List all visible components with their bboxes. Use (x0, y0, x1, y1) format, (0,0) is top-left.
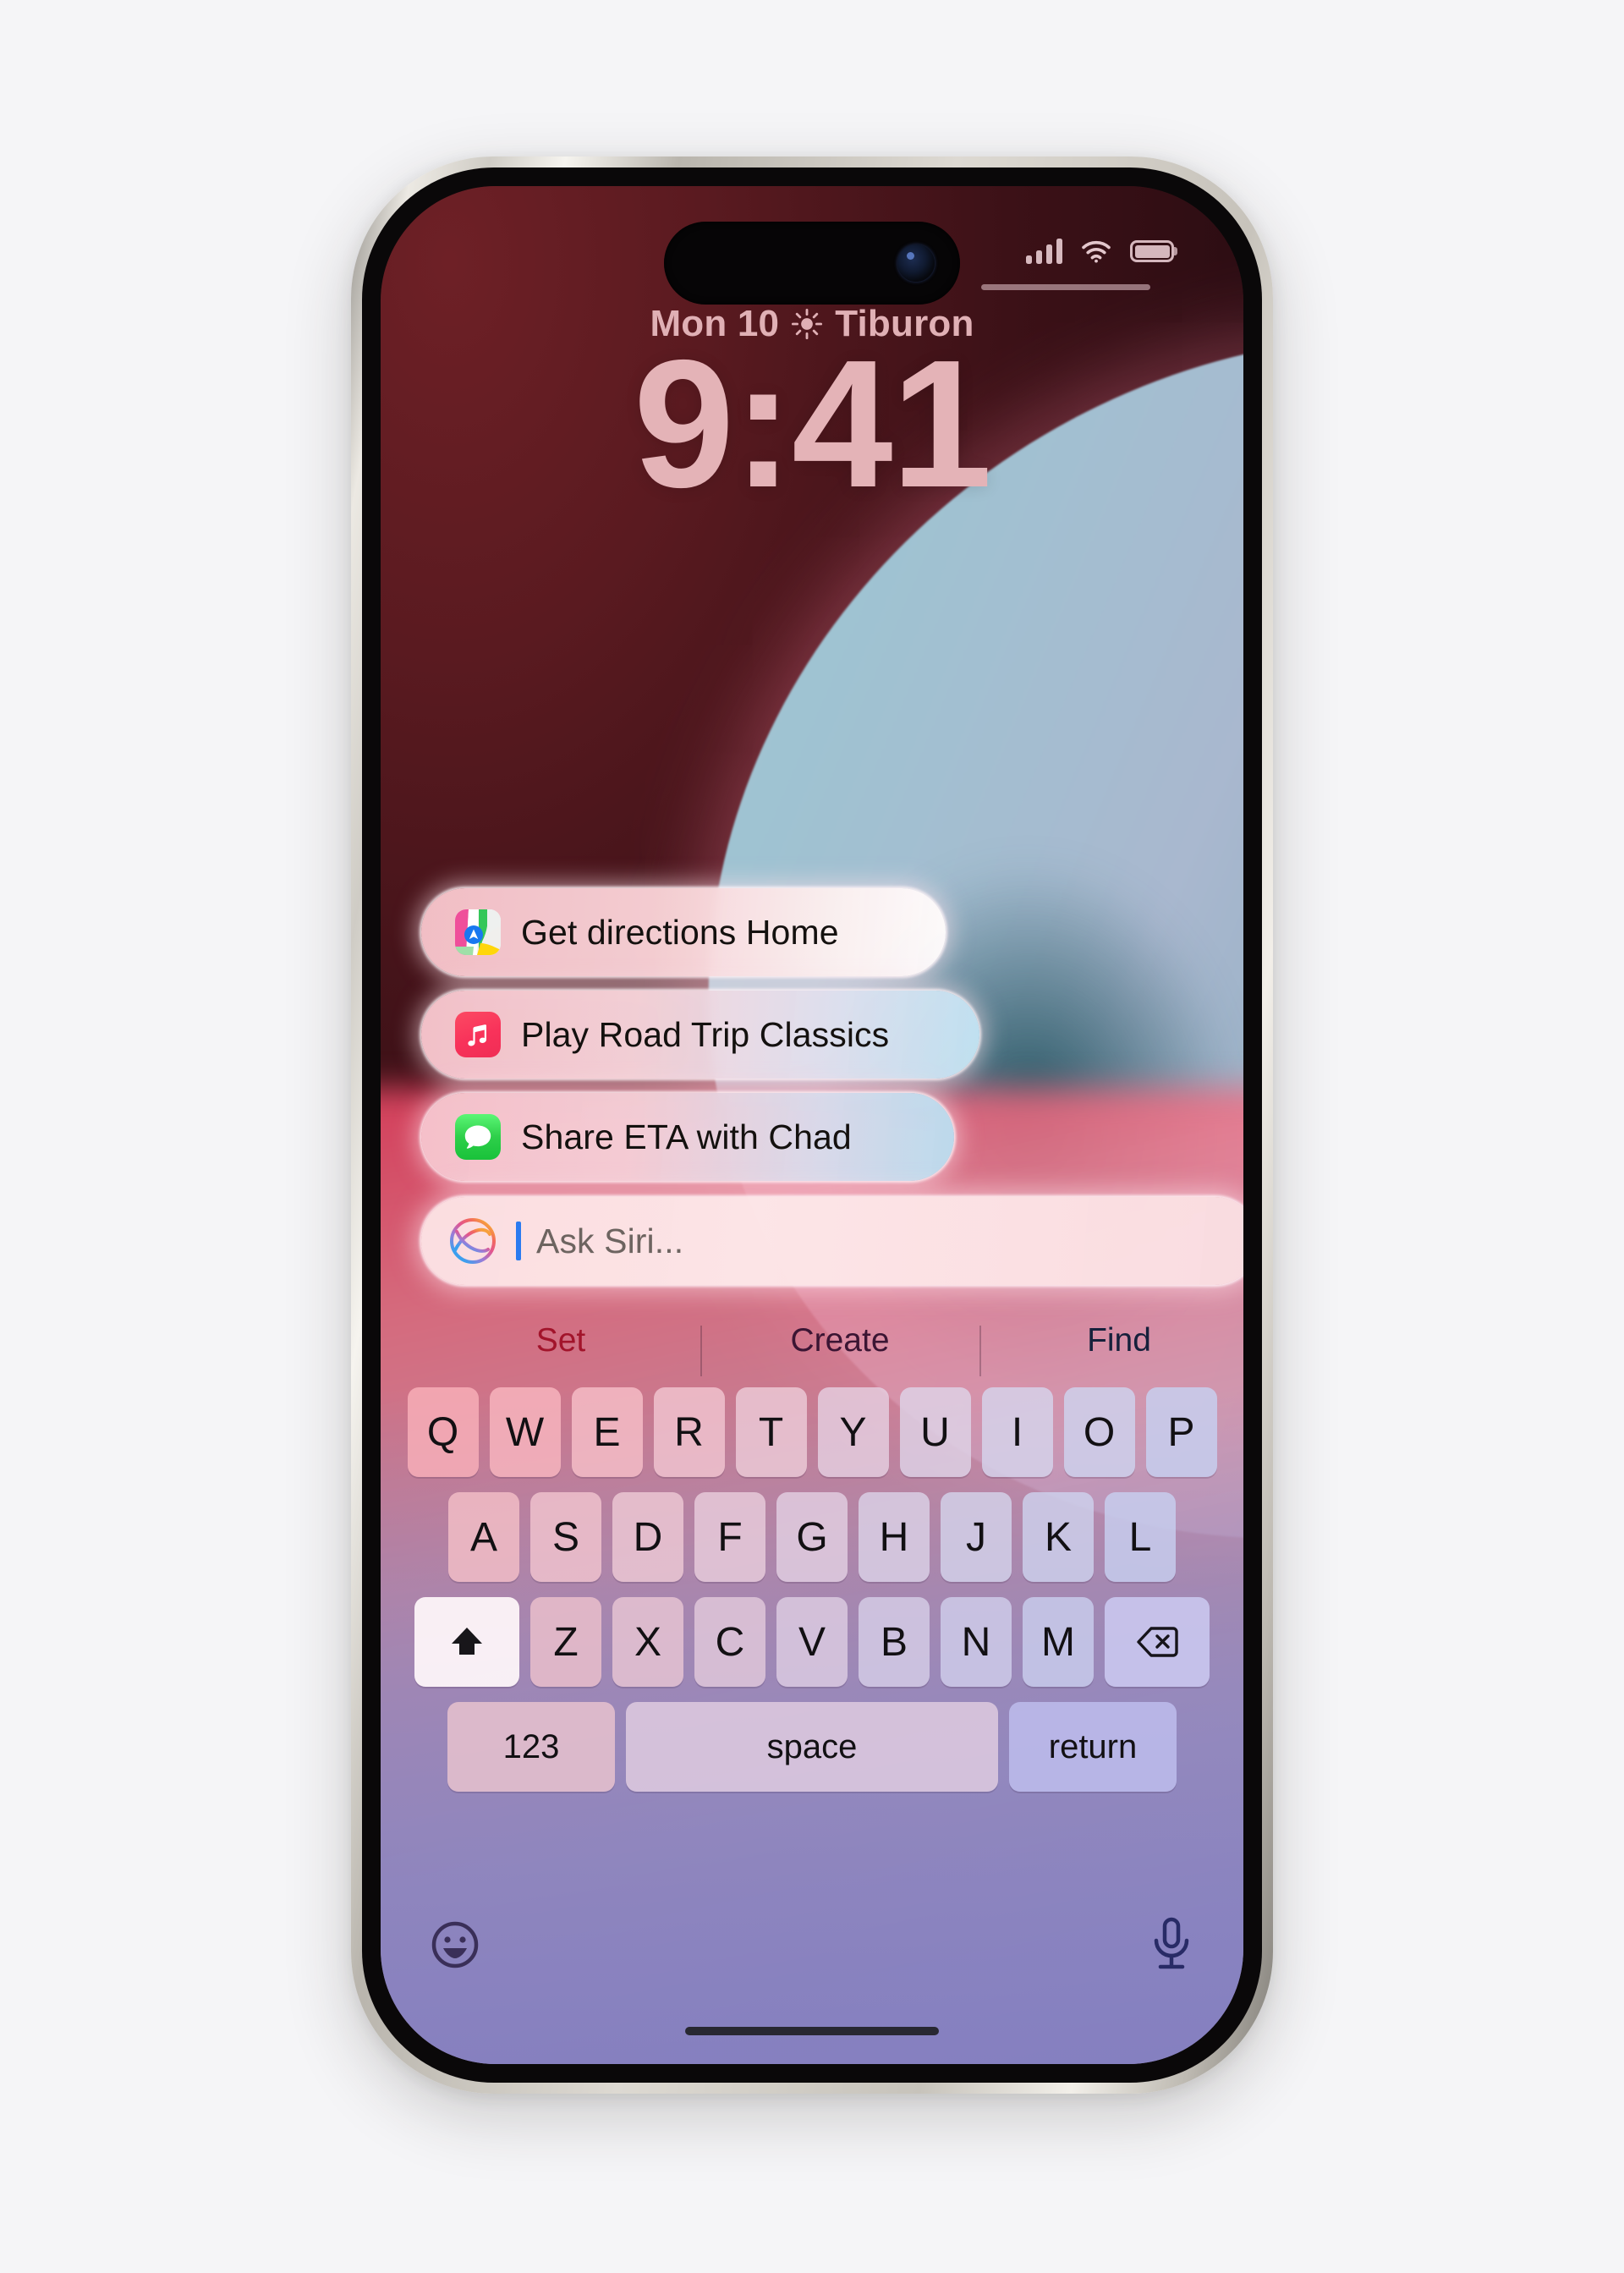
siri-suggestion-pill[interactable]: Share ETA with Chad (421, 1093, 954, 1181)
key-z[interactable]: Z (530, 1597, 601, 1687)
key-k[interactable]: K (1023, 1492, 1094, 1582)
key-h[interactable]: H (859, 1492, 930, 1582)
battery-icon (1130, 240, 1174, 262)
quick-action-set[interactable]: Set (421, 1322, 700, 1359)
siri-suggestions-list: Get directions Home Play Road Trip Class… (381, 888, 1243, 1195)
key-l[interactable]: L (1105, 1492, 1176, 1582)
siri-quick-actions-row: Set Create Find (421, 1311, 1243, 1376)
space-key[interactable]: space (626, 1702, 998, 1792)
home-indicator[interactable] (685, 2027, 939, 2035)
key-v[interactable]: V (776, 1597, 848, 1687)
key-a[interactable]: A (448, 1492, 519, 1582)
key-e[interactable]: E (571, 1387, 643, 1477)
key-f[interactable]: F (694, 1492, 765, 1582)
status-bar (1026, 239, 1174, 264)
key-x[interactable]: X (612, 1597, 683, 1687)
siri-suggestion-label: Share ETA with Chad (521, 1117, 852, 1156)
status-bar-slider-indicator (981, 284, 1150, 290)
key-b[interactable]: B (859, 1597, 930, 1687)
text-cursor (516, 1222, 521, 1260)
siri-suggestion-label: Get directions Home (521, 912, 839, 952)
key-i[interactable]: I (981, 1387, 1053, 1477)
music-app-icon (455, 1012, 501, 1057)
return-key[interactable]: return (1009, 1702, 1177, 1792)
key-g[interactable]: G (776, 1492, 848, 1582)
numbers-key[interactable]: 123 (447, 1702, 615, 1792)
dynamic-island[interactable] (664, 222, 960, 305)
keyboard-bottom-row (381, 1907, 1243, 1983)
microphone-icon[interactable] (1147, 1915, 1196, 1974)
key-q[interactable]: Q (407, 1387, 479, 1477)
screenshot-canvas: Mon 10 Tiburon 9:41 Get directions Home … (0, 0, 1624, 2273)
keyboard-row-4: 123 space return (381, 1702, 1243, 1792)
messages-app-icon (455, 1114, 501, 1160)
maps-app-icon (455, 909, 501, 955)
key-j[interactable]: J (941, 1492, 1012, 1582)
onscreen-keyboard: Q W E R T Y U I O P A S D F G H J K L Z … (381, 1387, 1243, 2064)
device-bezel: Mon 10 Tiburon 9:41 Get directions Home … (362, 167, 1262, 2083)
siri-orb-icon (447, 1215, 499, 1267)
siri-suggestion-label: Play Road Trip Classics (521, 1014, 890, 1054)
siri-suggestion-pill[interactable]: Play Road Trip Classics (421, 991, 979, 1079)
emoji-smiley-icon[interactable] (428, 1918, 482, 1972)
wifi-icon (1081, 239, 1111, 263)
key-u[interactable]: U (899, 1387, 971, 1477)
quick-action-find[interactable]: Find (979, 1322, 1243, 1376)
shift-icon[interactable] (414, 1597, 519, 1687)
ask-siri-input[interactable]: Ask Siri... (421, 1197, 1243, 1285)
keyboard-row-1: Q W E R T Y U I O P (381, 1387, 1243, 1477)
key-w[interactable]: W (489, 1387, 561, 1477)
lock-screen-clock: 9:41 (633, 321, 992, 525)
keyboard-row-2: A S D F G H J K L (381, 1492, 1243, 1582)
front-camera-icon (897, 244, 935, 282)
device-screen: Mon 10 Tiburon 9:41 Get directions Home … (381, 186, 1243, 2064)
key-p[interactable]: P (1145, 1387, 1217, 1477)
iphone-device-frame: Mon 10 Tiburon 9:41 Get directions Home … (351, 156, 1273, 2094)
key-y[interactable]: Y (817, 1387, 889, 1477)
siri-suggestion-pill[interactable]: Get directions Home (421, 888, 946, 976)
key-c[interactable]: C (694, 1597, 765, 1687)
key-o[interactable]: O (1063, 1387, 1135, 1477)
key-t[interactable]: T (735, 1387, 807, 1477)
delete-backspace-icon[interactable] (1105, 1597, 1210, 1687)
key-n[interactable]: N (941, 1597, 1012, 1687)
key-s[interactable]: S (530, 1492, 601, 1582)
key-r[interactable]: R (653, 1387, 725, 1477)
ask-siri-placeholder: Ask Siri... (536, 1221, 684, 1260)
cellular-signal-icon (1026, 239, 1062, 264)
keyboard-row-3: Z X C V B N M (381, 1597, 1243, 1687)
key-m[interactable]: M (1023, 1597, 1094, 1687)
key-d[interactable]: D (612, 1492, 683, 1582)
quick-action-create[interactable]: Create (700, 1322, 979, 1376)
